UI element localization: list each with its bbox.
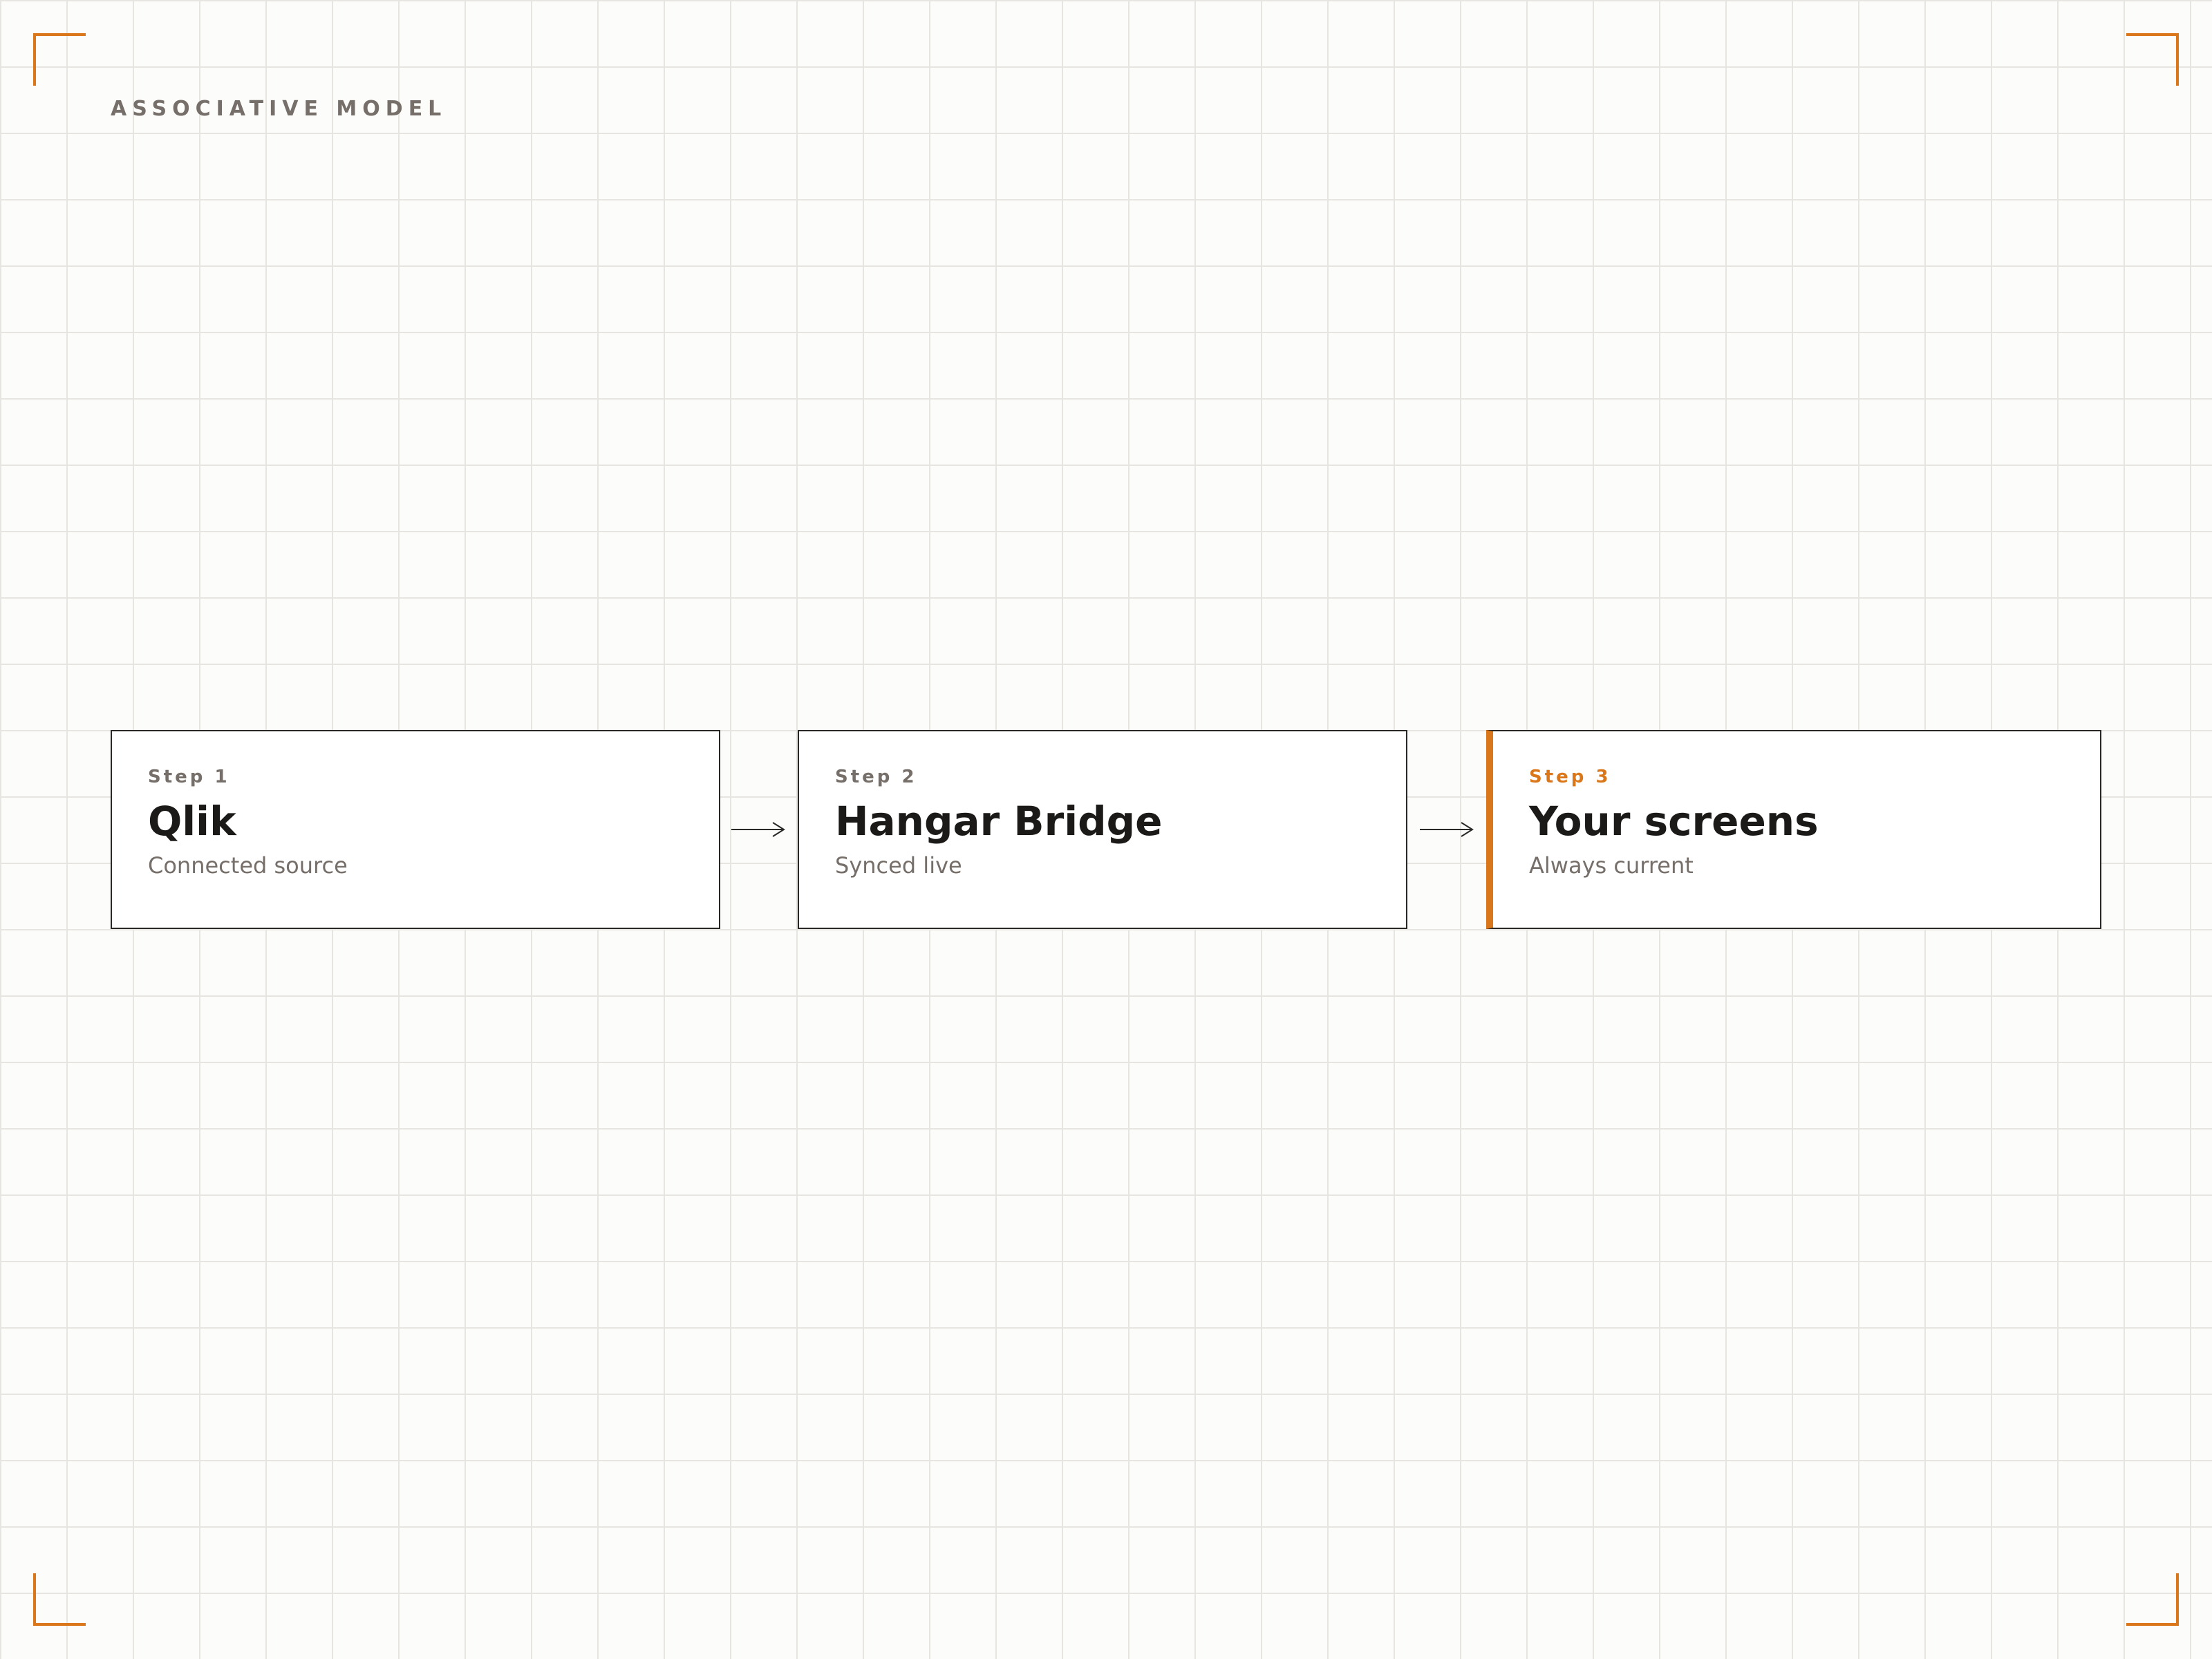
arrow-right-icon: [1420, 822, 1474, 837]
corner-bracket-bottom-right: [2126, 1573, 2179, 1626]
step-card-content: Step 1 Qlik Connected source: [148, 766, 691, 879]
section-eyebrow: ASSOCIATIVE MODEL: [111, 97, 447, 121]
arrow-right-icon: [731, 822, 785, 837]
step-subtitle: Always current: [1529, 852, 1694, 879]
step-card-content: Step 3 Your screens Always current: [1529, 766, 2072, 879]
step-title: Qlik: [148, 798, 236, 845]
corner-bracket-bottom-left: [33, 1573, 86, 1626]
step-label: Step 2: [835, 767, 917, 787]
step-card-1: Step 1 Qlik Connected source: [111, 730, 720, 929]
step-title: Hangar Bridge: [835, 798, 1163, 845]
step-subtitle: Connected source: [148, 852, 348, 879]
corner-bracket-top-left: [33, 33, 86, 86]
step-card-content: Step 2 Hangar Bridge Synced live: [835, 766, 1378, 879]
step-label: Step 3: [1529, 767, 1611, 787]
step-subtitle: Synced live: [835, 852, 962, 879]
step-card-2: Step 2 Hangar Bridge Synced live: [798, 730, 1407, 929]
step-title: Your screens: [1529, 798, 1819, 845]
step-card-3-highlighted: Step 3 Your screens Always current: [1486, 730, 2101, 929]
flow-diagram: Step 1 Qlik Connected source Step 2 Hang…: [111, 730, 2101, 929]
step-label: Step 1: [148, 767, 230, 787]
corner-bracket-top-right: [2126, 33, 2179, 86]
